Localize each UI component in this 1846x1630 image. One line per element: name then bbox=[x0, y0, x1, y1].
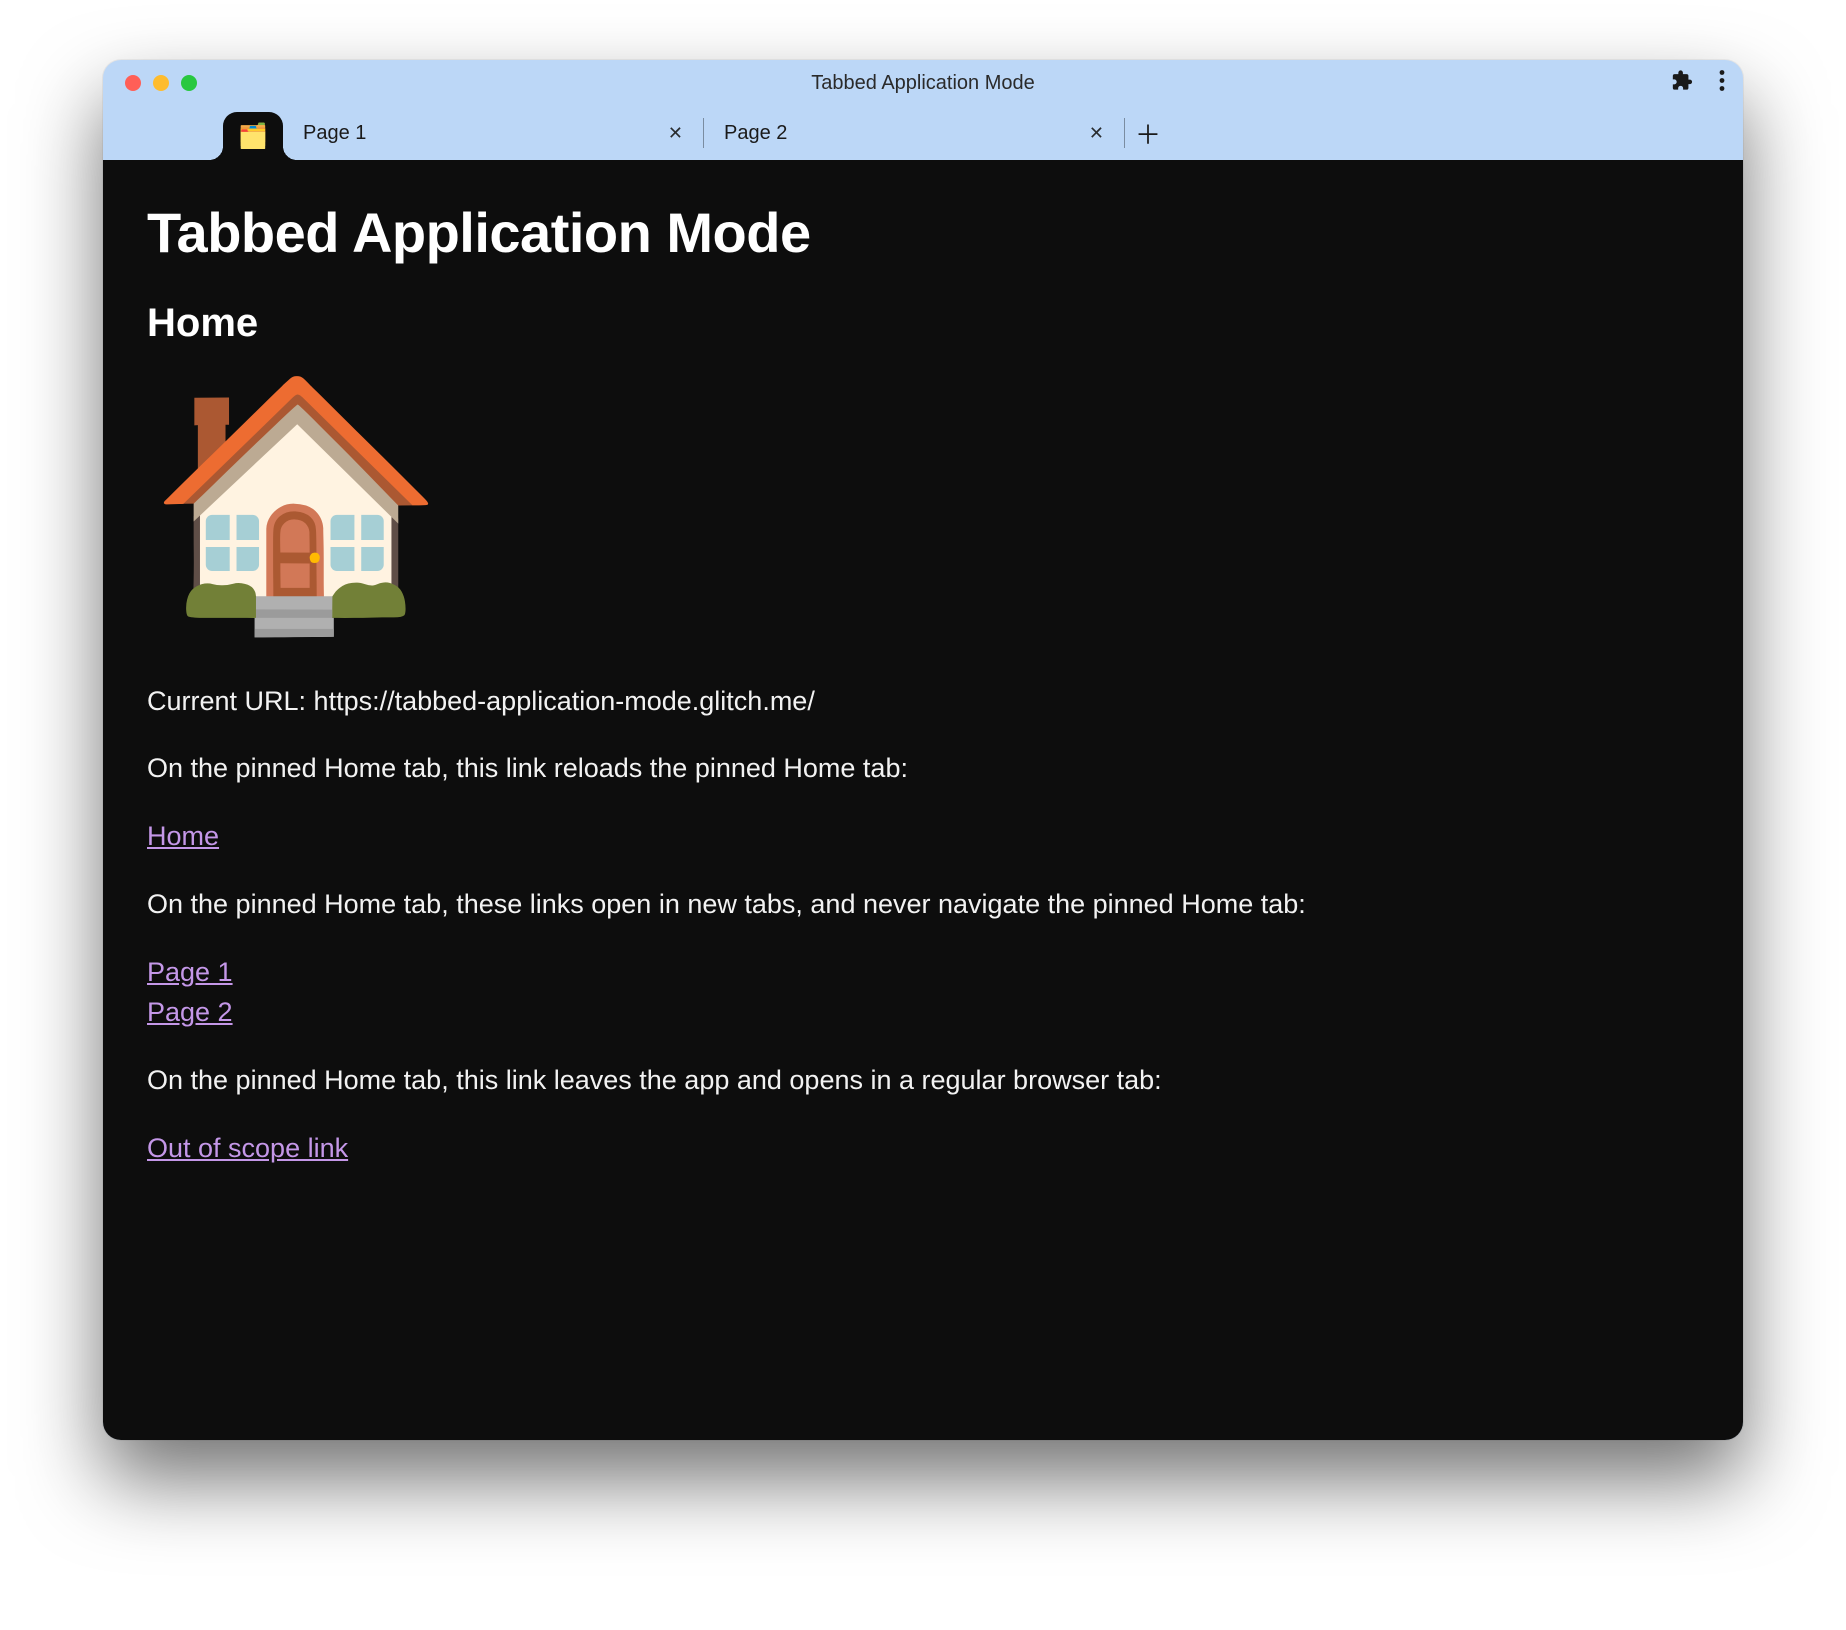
page-subtitle: Home bbox=[147, 301, 1699, 346]
titlebar: Tabbed Application Mode bbox=[103, 60, 1743, 106]
pinned-tab-icon: 🗂️ bbox=[238, 122, 268, 151]
page-1-link[interactable]: Page 1 bbox=[147, 952, 1699, 993]
close-icon[interactable]: ✕ bbox=[664, 120, 687, 146]
current-url-text: Current URL: https://tabbed-application-… bbox=[147, 682, 1699, 721]
home-link[interactable]: Home bbox=[147, 821, 219, 851]
pinned-home-tab[interactable]: 🗂️ bbox=[223, 112, 283, 160]
tabstrip: 🗂️ Page 1 ✕ Page 2 ✕ ＋ bbox=[103, 106, 1743, 160]
app-window: Tabbed Application Mode 🗂️ Page 1 ✕ Page bbox=[103, 60, 1743, 1440]
window-close-button[interactable] bbox=[125, 75, 141, 91]
traffic-lights bbox=[125, 75, 197, 91]
tab-page-1[interactable]: Page 1 ✕ bbox=[283, 113, 703, 153]
house-icon: 🏠 bbox=[147, 382, 1699, 622]
page-title: Tabbed Application Mode bbox=[147, 200, 1699, 265]
window-title: Tabbed Application Mode bbox=[119, 72, 1727, 95]
reload-description: On the pinned Home tab, this link reload… bbox=[147, 749, 1699, 788]
newtabs-description: On the pinned Home tab, these links open… bbox=[147, 885, 1699, 924]
tab-label: Page 1 bbox=[303, 122, 366, 145]
outofscope-description: On the pinned Home tab, this link leaves… bbox=[147, 1061, 1699, 1100]
window-zoom-button[interactable] bbox=[181, 75, 197, 91]
new-tab-button[interactable]: ＋ bbox=[1125, 113, 1171, 153]
out-of-scope-link[interactable]: Out of scope link bbox=[147, 1133, 348, 1163]
page-2-link[interactable]: Page 2 bbox=[147, 992, 1699, 1033]
page-content: Tabbed Application Mode Home 🏠 Current U… bbox=[103, 160, 1743, 1440]
plus-icon: ＋ bbox=[1135, 115, 1161, 152]
extensions-icon[interactable] bbox=[1671, 70, 1693, 97]
more-menu-icon[interactable] bbox=[1719, 70, 1725, 97]
close-icon[interactable]: ✕ bbox=[1085, 120, 1108, 146]
window-minimize-button[interactable] bbox=[153, 75, 169, 91]
tab-page-2[interactable]: Page 2 ✕ bbox=[704, 113, 1124, 153]
tab-label: Page 2 bbox=[724, 122, 787, 145]
